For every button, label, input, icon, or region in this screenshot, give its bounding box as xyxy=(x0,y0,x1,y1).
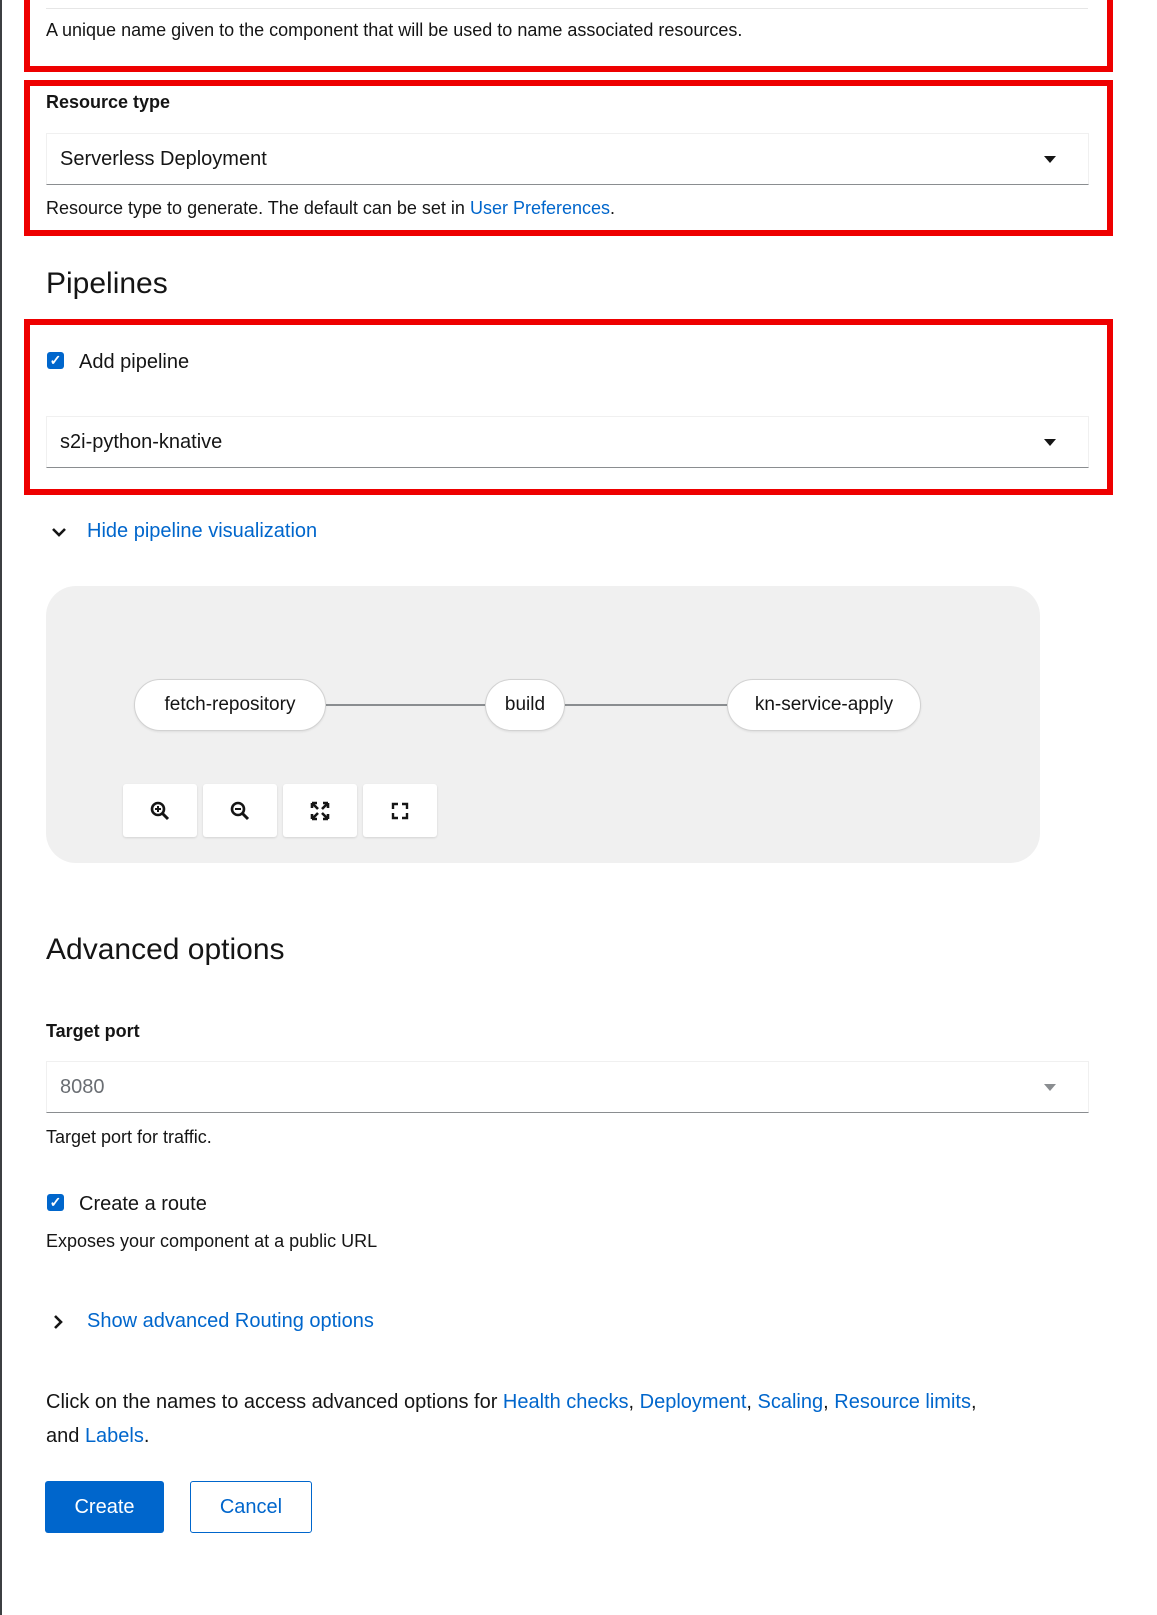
target-port-select[interactable]: 8080 xyxy=(46,1061,1089,1113)
pipeline-edge xyxy=(326,704,486,706)
zoom-out-button[interactable] xyxy=(203,784,277,837)
resource-type-helper-text: Resource type to generate. The default c… xyxy=(46,198,470,218)
routing-options-toggle-label: Show advanced Routing options xyxy=(87,1310,374,1332)
pipeline-task-build[interactable]: build xyxy=(485,679,565,731)
advanced-options-prefix: Click on the names to access advanced op… xyxy=(46,1391,503,1413)
left-border xyxy=(0,0,2,1615)
caret-down-icon xyxy=(1044,156,1056,163)
chevron-down-icon xyxy=(52,527,66,537)
scaling-link[interactable]: Scaling xyxy=(758,1391,824,1413)
name-field-input-edge xyxy=(46,8,1088,9)
deployment-link[interactable]: Deployment xyxy=(640,1391,747,1413)
create-button[interactable]: Create xyxy=(45,1481,164,1533)
zoom-in-button[interactable] xyxy=(123,784,197,837)
target-port-helper: Target port for traffic. xyxy=(46,1127,212,1147)
advanced-options-help: Click on the names to access advanced op… xyxy=(46,1391,977,1447)
add-pipeline-label[interactable]: Add pipeline xyxy=(79,351,189,374)
caret-down-icon xyxy=(1044,439,1056,446)
resource-type-helper: Resource type to generate. The default c… xyxy=(46,198,615,219)
pipeline-task-kn-service-apply[interactable]: kn-service-apply xyxy=(727,679,921,731)
target-port-label: Target port xyxy=(46,1021,140,1041)
resource-limits-link[interactable]: Resource limits xyxy=(834,1391,971,1413)
fit-to-screen-button[interactable] xyxy=(283,784,357,837)
expand-button[interactable] xyxy=(363,784,437,837)
resource-type-value: Serverless Deployment xyxy=(60,147,267,170)
pipeline-select-value: s2i-python-knative xyxy=(60,430,223,453)
pipeline-edge xyxy=(564,704,728,706)
create-route-label[interactable]: Create a route xyxy=(79,1193,207,1216)
pipeline-visualization-toggle[interactable]: Hide pipeline visualization xyxy=(52,520,317,543)
zoom-in-icon xyxy=(150,801,170,820)
add-pipeline-checkbox[interactable]: ✓ xyxy=(47,352,64,369)
zoom-out-icon xyxy=(230,801,250,820)
fit-to-screen-icon xyxy=(310,801,330,820)
name-helper-text: A unique name given to the component tha… xyxy=(46,20,743,40)
cancel-button[interactable]: Cancel xyxy=(190,1481,312,1533)
pipeline-select[interactable]: s2i-python-knative xyxy=(46,416,1089,468)
pipeline-task-fetch-repository[interactable]: fetch-repository xyxy=(134,679,326,731)
health-checks-link[interactable]: Health checks xyxy=(503,1391,629,1413)
labels-link[interactable]: Labels xyxy=(85,1425,144,1447)
target-port-placeholder: 8080 xyxy=(60,1075,105,1098)
routing-options-toggle[interactable]: Show advanced Routing options xyxy=(53,1310,374,1333)
chevron-right-icon xyxy=(54,1314,63,1329)
expand-icon xyxy=(391,802,409,819)
create-route-helper: Exposes your component at a public URL xyxy=(46,1231,378,1251)
advanced-options-heading: Advanced options xyxy=(46,933,285,966)
create-route-checkbox[interactable]: ✓ xyxy=(47,1194,64,1211)
pipeline-highlight xyxy=(24,319,1113,495)
pipeline-visualization-toggle-label: Hide pipeline visualization xyxy=(87,520,318,542)
helper-period: . xyxy=(610,198,616,218)
resource-type-select[interactable]: Serverless Deployment xyxy=(46,133,1089,185)
and-text: and xyxy=(46,1425,85,1447)
period-text: . xyxy=(143,1425,150,1447)
pipelines-heading: Pipelines xyxy=(46,267,168,300)
user-preferences-link[interactable]: User Preferences xyxy=(470,198,610,218)
caret-down-icon xyxy=(1044,1084,1056,1091)
resource-type-label: Resource type xyxy=(46,92,171,112)
